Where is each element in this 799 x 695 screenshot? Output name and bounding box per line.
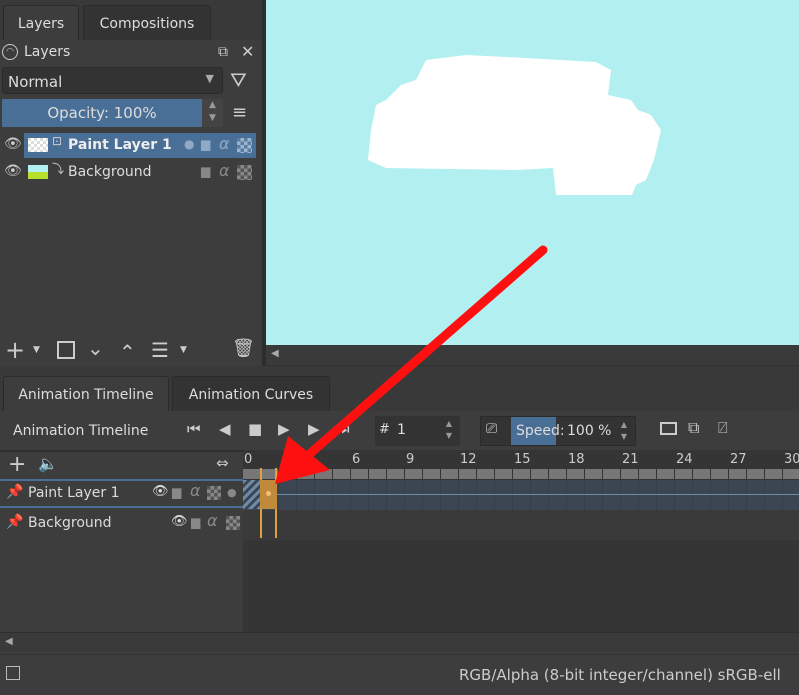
annotation-arrow: [275, 245, 548, 484]
